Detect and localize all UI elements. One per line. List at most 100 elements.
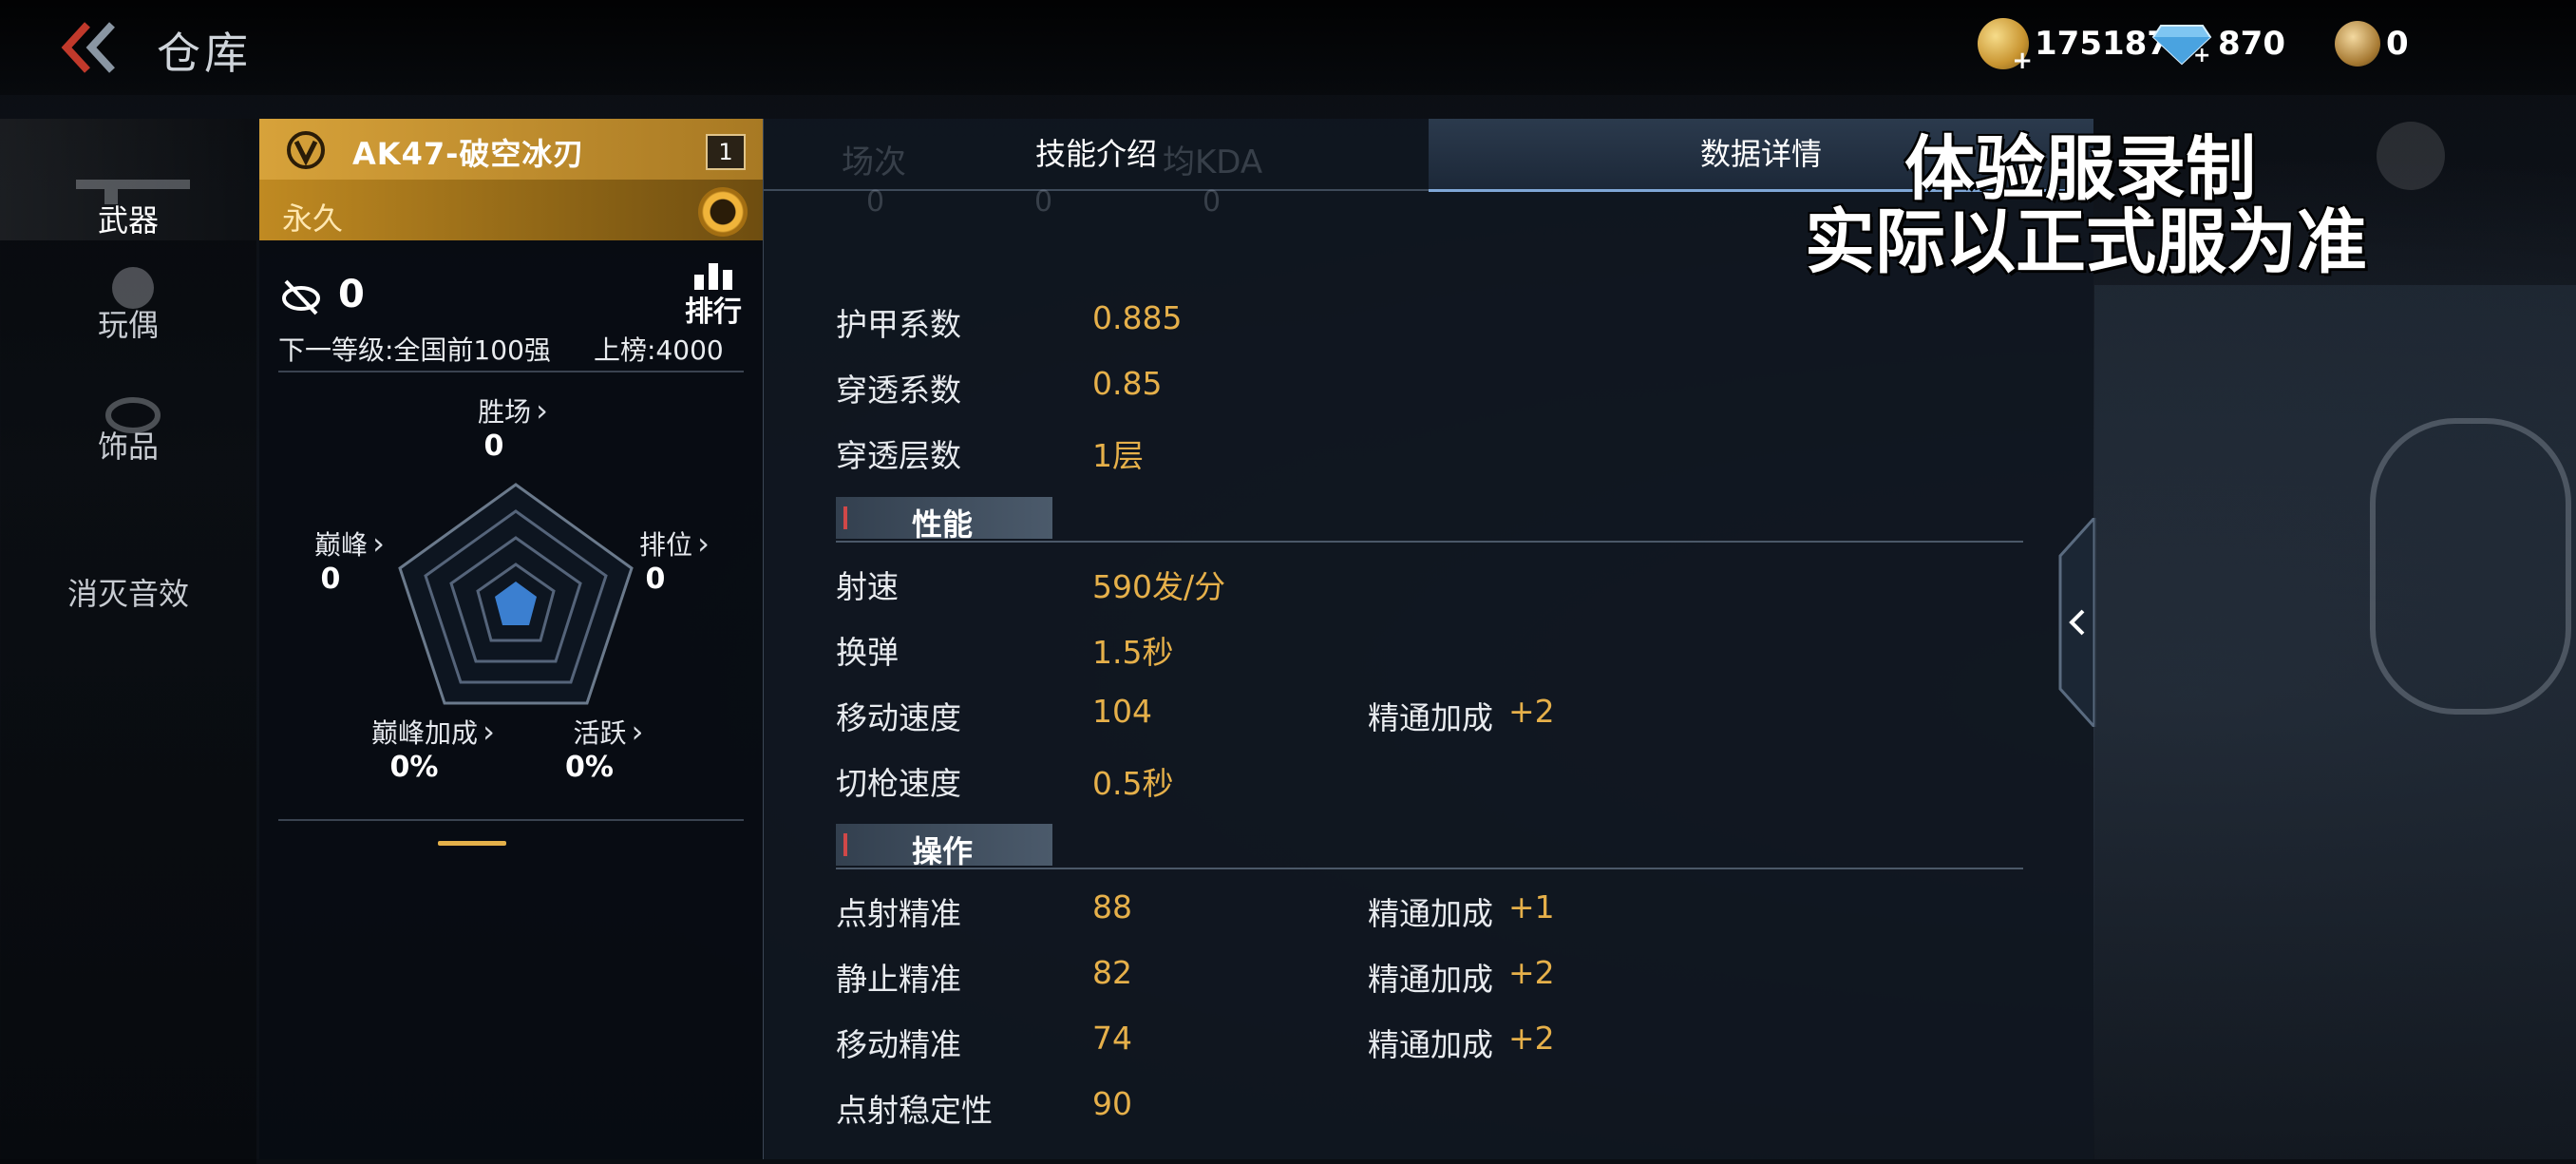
mastery-bonus-label: 精通加成 xyxy=(1368,895,1493,932)
stat-value: 0% xyxy=(389,751,439,784)
row-key: 切枪速度 xyxy=(836,765,961,802)
chevron-right-icon: › xyxy=(697,525,710,562)
diamond-amount: 870 xyxy=(2218,25,2285,63)
stat-label: 巅峰 xyxy=(314,529,369,561)
row-key: 移动速度 xyxy=(836,699,961,736)
section-line xyxy=(836,541,2023,543)
row-value: 74 xyxy=(1092,1020,1132,1057)
board-score-text: 上榜:4000 xyxy=(594,334,724,366)
background-scene xyxy=(2094,285,2576,1159)
sidebar-item-accessories[interactable]: 饰品 xyxy=(0,394,256,499)
sidebar: 武器 玩偶 饰品 消灭音效 xyxy=(0,119,256,1164)
tab-skill-intro[interactable]: 技能介绍 xyxy=(764,119,1429,189)
row-key: 护甲系数 xyxy=(836,306,961,343)
target-board xyxy=(2370,418,2571,715)
hidden-eye-icon xyxy=(282,279,320,315)
radar-chart xyxy=(398,483,634,705)
section-line xyxy=(836,868,2023,869)
weapon-title-bar: AK47-破空冰刃 1 xyxy=(259,119,763,180)
weapon-header: AK47-破空冰刃 1 永久 xyxy=(259,119,763,240)
chevron-right-icon: › xyxy=(631,714,644,750)
medal-icon xyxy=(2335,21,2380,67)
mastery-bonus-value: +2 xyxy=(1508,693,1555,730)
watermark-line-2: 实际以正式服为准 xyxy=(1805,201,2367,283)
mastery-bonus-label: 精通加成 xyxy=(1368,1026,1493,1063)
stat-wins[interactable]: 胜场 › 0 xyxy=(478,391,548,463)
weapon-card: AK47-破空冰刃 1 永久 0 排行 下一等级:全国前100强 上榜:4000… xyxy=(259,119,764,1159)
diamond-currency[interactable]: + 870 xyxy=(2151,19,2285,68)
back-icon[interactable] xyxy=(59,21,120,74)
stat-label: 巅峰加成 xyxy=(371,717,479,749)
section-title: 操作 xyxy=(912,833,974,869)
medal-amount: 0 xyxy=(2386,25,2409,63)
svg-text:+: + xyxy=(2193,44,2210,66)
sidebar-item-label: 消灭音效 xyxy=(66,576,189,612)
row-value: 1.5秒 xyxy=(1092,634,1174,671)
chevron-right-icon: › xyxy=(483,714,495,750)
section-performance: 性能 xyxy=(836,497,2023,543)
row-key: 穿透系数 xyxy=(836,372,961,409)
row-value: 82 xyxy=(1092,954,1132,991)
mastery-bonus-value: +2 xyxy=(1508,954,1555,991)
gold-currency[interactable]: 175187 xyxy=(1978,18,2169,75)
level-badge: 1 xyxy=(706,134,746,170)
mastery-bonus-label: 精通加成 xyxy=(1368,961,1493,998)
stat-peak[interactable]: 巅峰 › 0 xyxy=(314,525,385,596)
chevron-right-icon: › xyxy=(372,525,385,562)
stat-value: 0% xyxy=(565,751,614,784)
tab-bar: 场次 均KDA 技能介绍 数据详情 xyxy=(764,119,2093,192)
section-operation: 操作 xyxy=(836,824,2023,869)
sidebar-item-weapons[interactable]: 武器 xyxy=(0,119,256,240)
diamond-icon: + xyxy=(2151,25,2212,66)
row-key: 射速 xyxy=(836,568,899,605)
row-key: 移动精准 xyxy=(836,1026,961,1063)
row-key: 换弹 xyxy=(836,634,899,671)
rank-count: 0 xyxy=(338,273,365,316)
mastery-bonus-value: +2 xyxy=(1508,1020,1555,1057)
row-key: 点射精准 xyxy=(836,895,961,932)
gold-coin-icon xyxy=(1978,18,2033,75)
section-title: 性能 xyxy=(912,506,974,543)
stat-value: 0 xyxy=(645,563,666,596)
divider xyxy=(278,371,744,372)
stat-label: 活跃 xyxy=(573,717,627,749)
stat-peak-bonus[interactable]: 巅峰加成 › 0% xyxy=(371,713,495,784)
weapon-emblem-icon xyxy=(287,131,325,169)
row-value: 0.5秒 xyxy=(1092,765,1174,802)
weapon-name: AK47-破空冰刃 xyxy=(352,136,585,172)
compass-icon[interactable] xyxy=(698,187,748,237)
medal-currency[interactable]: 0 xyxy=(2335,19,2409,68)
row-key: 点射稳定性 xyxy=(836,1092,993,1129)
sidebar-item-kill-sound[interactable]: 消灭音效 xyxy=(0,570,256,627)
row-key: 静止精准 xyxy=(836,961,961,998)
row-value: 90 xyxy=(1092,1085,1132,1122)
divider xyxy=(278,819,744,821)
next-level-text: 下一等级:全国前100强 xyxy=(278,334,551,366)
ranking-bars-icon xyxy=(694,263,732,290)
sidebar-item-dolls[interactable]: 玩偶 xyxy=(0,261,256,366)
sidebar-item-label: 饰品 xyxy=(97,429,159,465)
ghost-value: 0 xyxy=(1203,185,1222,219)
duration-label: 永久 xyxy=(282,200,344,237)
row-value: 88 xyxy=(1092,888,1132,925)
ranking-label: 排行 xyxy=(685,296,742,329)
page-indicator xyxy=(438,841,506,846)
ghost-value: 0 xyxy=(1034,185,1053,219)
row-value: 104 xyxy=(1092,693,1152,730)
stat-active[interactable]: 活跃 › 0% xyxy=(565,713,652,784)
gold-amount: 175187 xyxy=(2035,25,2169,63)
stat-value: 0 xyxy=(483,429,504,463)
chevron-right-icon: › xyxy=(536,392,548,429)
row-value: 590发/分 xyxy=(1092,568,1226,605)
gamepad-icon[interactable] xyxy=(2377,122,2445,190)
stat-ranked[interactable]: 排位 › 0 xyxy=(639,525,710,596)
row-value: 0.85 xyxy=(1092,365,1163,402)
top-bar: 仓库 175187 + 870 0 xyxy=(0,0,2576,95)
collapse-panel-button[interactable] xyxy=(2058,518,2096,727)
ranking-button[interactable]: 排行 xyxy=(685,261,742,329)
ghost-value: 0 xyxy=(866,185,885,219)
page-title: 仓库 xyxy=(157,28,252,79)
mastery-bonus-label: 精通加成 xyxy=(1368,699,1493,736)
stat-value: 0 xyxy=(320,563,341,596)
stat-label: 排位 xyxy=(639,529,693,561)
